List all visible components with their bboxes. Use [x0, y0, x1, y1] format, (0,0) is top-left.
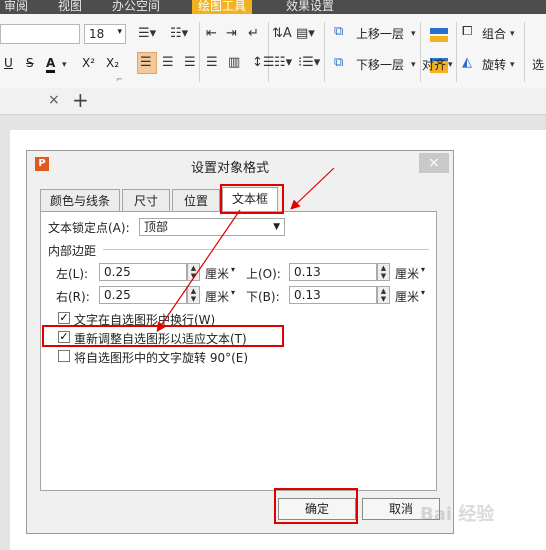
annotation-arrow-to-tab [290, 167, 335, 210]
annotation-arrows [156, 167, 335, 332]
watermark-logo: Bai 经验 [420, 504, 495, 525]
annotation-arrow-to-option [156, 209, 241, 332]
